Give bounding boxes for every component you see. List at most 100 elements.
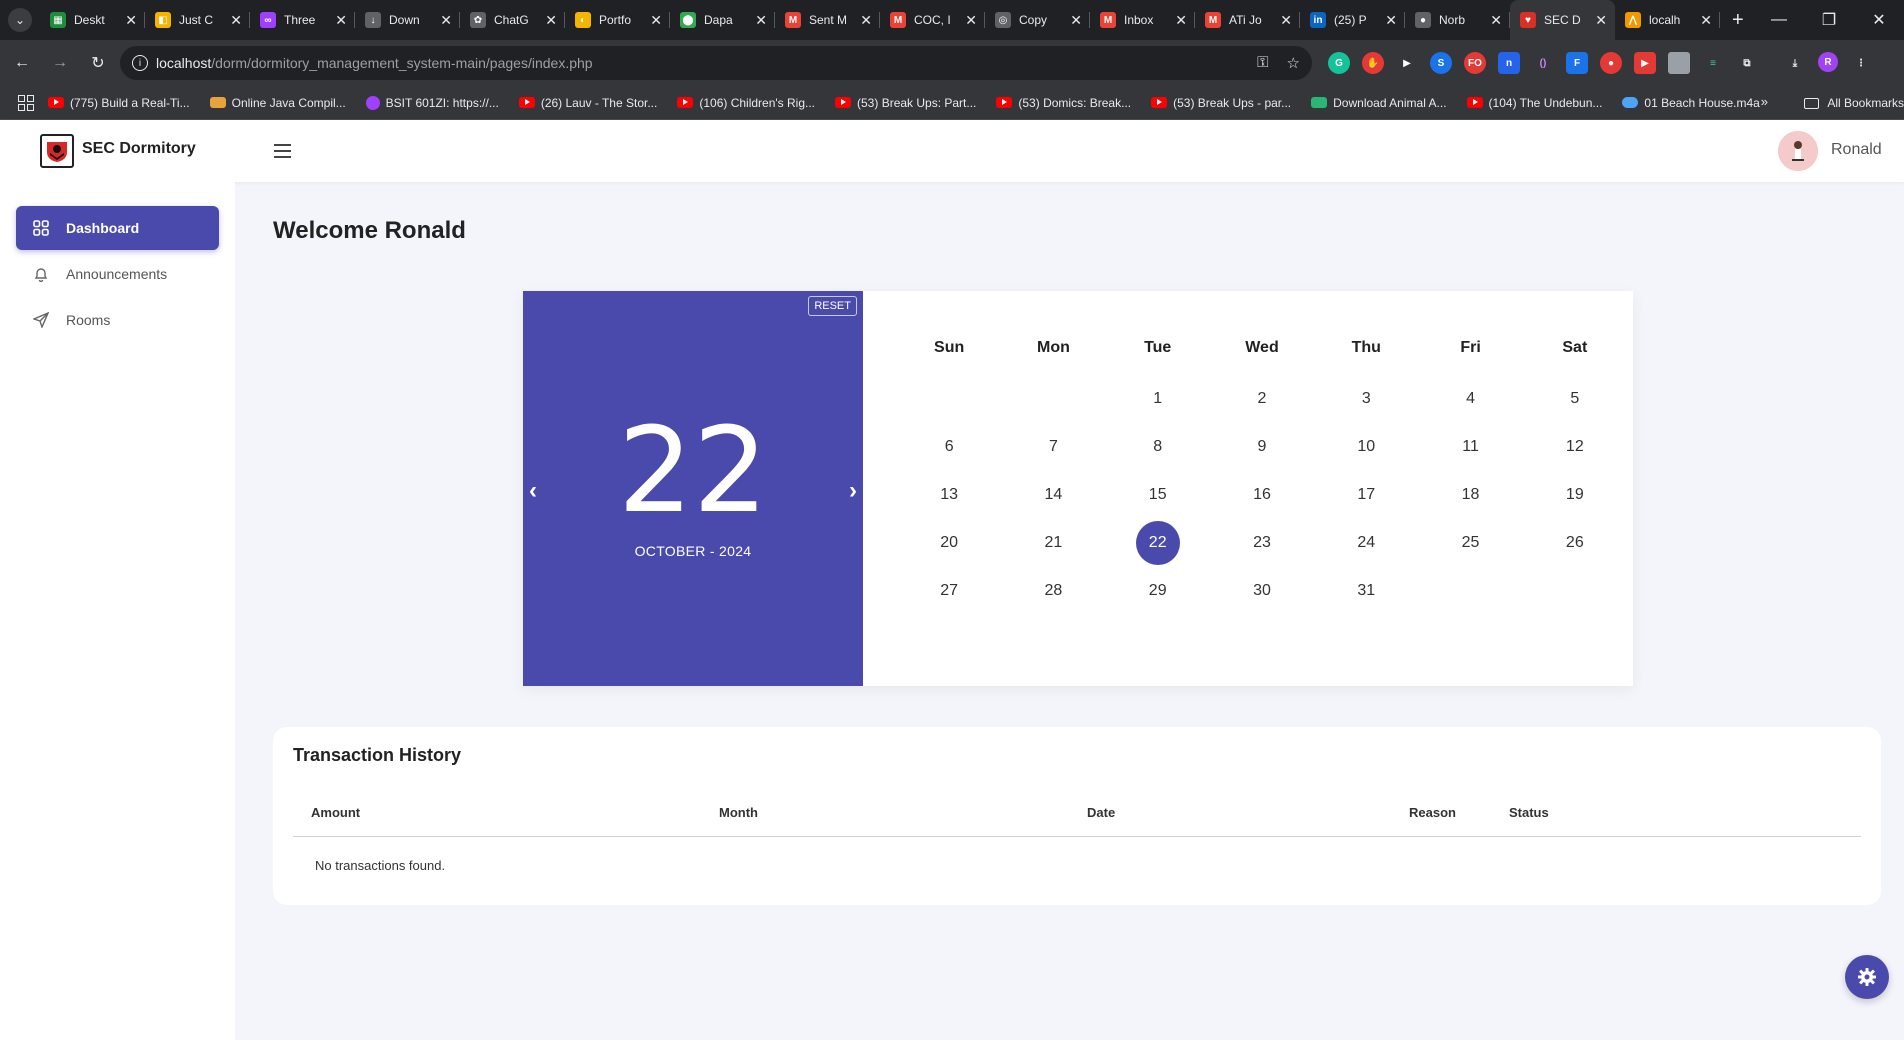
tab-search-button[interactable]: ⌄	[8, 8, 32, 32]
brand-name[interactable]: SEC Dormitory	[82, 140, 196, 158]
apps-grid-icon[interactable]	[18, 94, 34, 111]
calendar-day[interactable]: 16	[1210, 473, 1314, 517]
column-header-status[interactable]: Status	[1509, 805, 1549, 820]
sec-logo-icon[interactable]	[40, 134, 74, 168]
calendar-day[interactable]: 28	[1001, 569, 1105, 613]
address-bar[interactable]: i localhost/dorm/dormitory_management_sy…	[120, 46, 1312, 80]
calendar-day[interactable]: 7	[1001, 425, 1105, 469]
calendar-day[interactable]: 23	[1210, 521, 1314, 565]
calendar-day[interactable]: 12	[1523, 425, 1627, 469]
calendar-day[interactable]: 15	[1106, 473, 1210, 517]
tab-close-icon[interactable]: ✕	[230, 12, 242, 29]
tab-close-icon[interactable]: ✕	[1595, 12, 1607, 29]
bookmark-item[interactable]: Online Java Compil...	[209, 96, 346, 110]
calendar-day[interactable]: 25	[1418, 521, 1522, 565]
tab-close-icon[interactable]: ✕	[860, 12, 872, 29]
calendar-day[interactable]: 26	[1523, 521, 1627, 565]
grammarly-extension-icon[interactable]: G	[1328, 52, 1350, 74]
calendar-day[interactable]: 4	[1418, 377, 1522, 421]
bookmark-item[interactable]: 01 Beach House.m4a	[1622, 96, 1760, 110]
bookmark-item[interactable]: (26) Lauv - The Stor...	[518, 96, 657, 110]
bookmark-item[interactable]: (53) Break Ups - par...	[1151, 96, 1291, 110]
calendar-day[interactable]: 14	[1001, 473, 1105, 517]
bookmark-item[interactable]: (106) Children's Rig...	[677, 96, 815, 110]
calendar-day[interactable]: 20	[897, 521, 1001, 565]
extension-icon[interactable]: ●	[1600, 52, 1622, 74]
tab-close-icon[interactable]: ✕	[125, 12, 137, 29]
calendar-day[interactable]: 1	[1106, 377, 1210, 421]
extensions-puzzle-icon[interactable]: ⧉	[1736, 52, 1758, 74]
calendar-day[interactable]: 21	[1001, 521, 1105, 565]
browser-tab[interactable]: ◧ Just C ✕	[145, 0, 250, 40]
menu-toggle-icon[interactable]	[274, 144, 291, 158]
tab-close-icon[interactable]: ✕	[1175, 12, 1187, 29]
more-bookmarks-icon[interactable]: »	[1761, 94, 1768, 109]
tab-close-icon[interactable]: ✕	[965, 12, 977, 29]
key-icon[interactable]: ⚿	[1257, 54, 1268, 72]
new-tab-button[interactable]: +	[1732, 9, 1744, 32]
close-window-button[interactable]: ✕	[1854, 0, 1904, 40]
downloads-icon[interactable]: ⤓	[1784, 52, 1806, 74]
browser-tab[interactable]: ✿ ChatG ✕	[460, 0, 565, 40]
extension-icon[interactable]: ≡	[1702, 52, 1724, 74]
extension-icon[interactable]: ()	[1532, 52, 1554, 74]
extension-icon[interactable]: ✋	[1362, 52, 1384, 74]
extension-icon[interactable]: S	[1430, 52, 1452, 74]
minimize-button[interactable]: —	[1754, 0, 1804, 40]
bookmark-item[interactable]: Download Animal A...	[1311, 96, 1447, 110]
tab-close-icon[interactable]: ✕	[650, 12, 662, 29]
browser-tab[interactable]: ▦ Deskt ✕	[40, 0, 145, 40]
browser-tab[interactable]: M Inbox ✕	[1090, 0, 1195, 40]
tab-close-icon[interactable]: ✕	[440, 12, 452, 29]
browser-tab[interactable]: in (25) P ✕	[1300, 0, 1405, 40]
reload-button[interactable]: ↻	[82, 47, 114, 79]
tab-close-icon[interactable]: ✕	[1490, 12, 1502, 29]
bookmark-star-icon[interactable]: ☆	[1287, 54, 1300, 72]
browser-tab[interactable]: ⬤ Dapa ✕	[670, 0, 775, 40]
calendar-day[interactable]: 31	[1314, 569, 1418, 613]
menu-kebab-icon[interactable]: ⋮	[1850, 52, 1872, 74]
extension-icon[interactable]: ▶	[1634, 52, 1656, 74]
sidebar-item-announcements[interactable]: Announcements	[16, 252, 219, 296]
tab-close-icon[interactable]: ✕	[1280, 12, 1292, 29]
calendar-day[interactable]: 9	[1210, 425, 1314, 469]
restore-button[interactable]: ❐	[1804, 0, 1854, 40]
browser-tab[interactable]: ∞ Three ✕	[250, 0, 355, 40]
extension-icon[interactable]: FO	[1464, 52, 1486, 74]
settings-fab-button[interactable]	[1845, 955, 1889, 999]
browser-tab[interactable]: M COC, I ✕	[880, 0, 985, 40]
calendar-day[interactable]: 5	[1523, 377, 1627, 421]
all-bookmarks-button[interactable]: All Bookmarks	[1792, 86, 1904, 120]
tab-close-icon[interactable]: ✕	[1385, 12, 1397, 29]
calendar-day[interactable]: 3	[1314, 377, 1418, 421]
calendar-day[interactable]: 19	[1523, 473, 1627, 517]
bookmark-item[interactable]: (775) Build a Real-Ti...	[48, 96, 190, 110]
browser-tab[interactable]: M Sent M ✕	[775, 0, 880, 40]
calendar-day[interactable]: 29	[1106, 569, 1210, 613]
calendar-day[interactable]: 8	[1106, 425, 1210, 469]
bookmark-item[interactable]: (53) Domics: Break...	[996, 96, 1131, 110]
tab-close-icon[interactable]: ✕	[545, 12, 557, 29]
chevron-right-icon[interactable]: ›	[849, 477, 857, 505]
browser-tab[interactable]: M ATi Jo ✕	[1195, 0, 1300, 40]
calendar-day[interactable]: 27	[897, 569, 1001, 613]
browser-tab[interactable]: ◎ Copy ✕	[985, 0, 1090, 40]
bookmark-item[interactable]: (104) The Undebun...	[1466, 96, 1602, 110]
calendar-day[interactable]: 24	[1314, 521, 1418, 565]
calendar-day[interactable]: 2	[1210, 377, 1314, 421]
tab-close-icon[interactable]: ✕	[755, 12, 767, 29]
bookmark-item[interactable]: BSIT 601ZI: https://...	[365, 95, 499, 110]
extension-icon[interactable]: F	[1566, 52, 1588, 74]
forward-button[interactable]: →	[44, 47, 76, 79]
calendar-day[interactable]: 18	[1418, 473, 1522, 517]
calendar-day[interactable]: 11	[1418, 425, 1522, 469]
calendar-day[interactable]: 10	[1314, 425, 1418, 469]
sidebar-item-dashboard[interactable]: Dashboard	[16, 206, 219, 250]
browser-tab[interactable]: ◐ Portfo ✕	[565, 0, 670, 40]
calendar-day[interactable]: 17	[1314, 473, 1418, 517]
column-header-reason[interactable]: Reason	[1409, 805, 1456, 820]
sidebar-item-rooms[interactable]: Rooms	[16, 298, 219, 342]
browser-tab[interactable]: ⋀ localh ✕	[1615, 0, 1720, 40]
calendar-day[interactable]: 13	[897, 473, 1001, 517]
calendar-reset-button[interactable]: RESET	[808, 296, 857, 316]
